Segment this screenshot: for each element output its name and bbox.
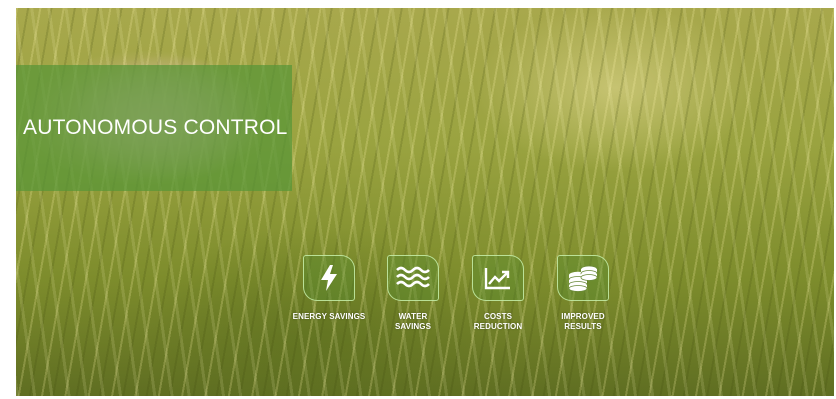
energy-badge [303, 255, 355, 301]
feature-improved-results: IMPROVED RESULTS [538, 255, 628, 332]
feature-label: COSTS REDUCTION [473, 312, 523, 331]
feature-list: ENERGY SAVINGS WATER SAVINGS COSTS REDUC… [16, 8, 834, 396]
feature-label: ENERGY SAVINGS [292, 312, 366, 321]
results-badge [557, 255, 609, 301]
feature-label: WATER SAVINGS [394, 312, 432, 331]
feature-costs-reduction: COSTS REDUCTION [453, 255, 543, 332]
costs-badge [472, 255, 524, 301]
chart-trend-icon [484, 268, 510, 290]
water-badge [387, 255, 439, 301]
hero-banner: AUTONOMOUS CONTROL ENERGY SAVINGS WATER … [16, 8, 834, 396]
feature-energy-savings: ENERGY SAVINGS [284, 255, 374, 322]
coins-stack-icon [568, 265, 598, 292]
feature-water-savings: WATER SAVINGS [368, 255, 458, 332]
feature-label: IMPROVED RESULTS [561, 312, 605, 331]
lightning-bolt-icon [321, 265, 337, 291]
water-waves-icon [396, 266, 430, 288]
